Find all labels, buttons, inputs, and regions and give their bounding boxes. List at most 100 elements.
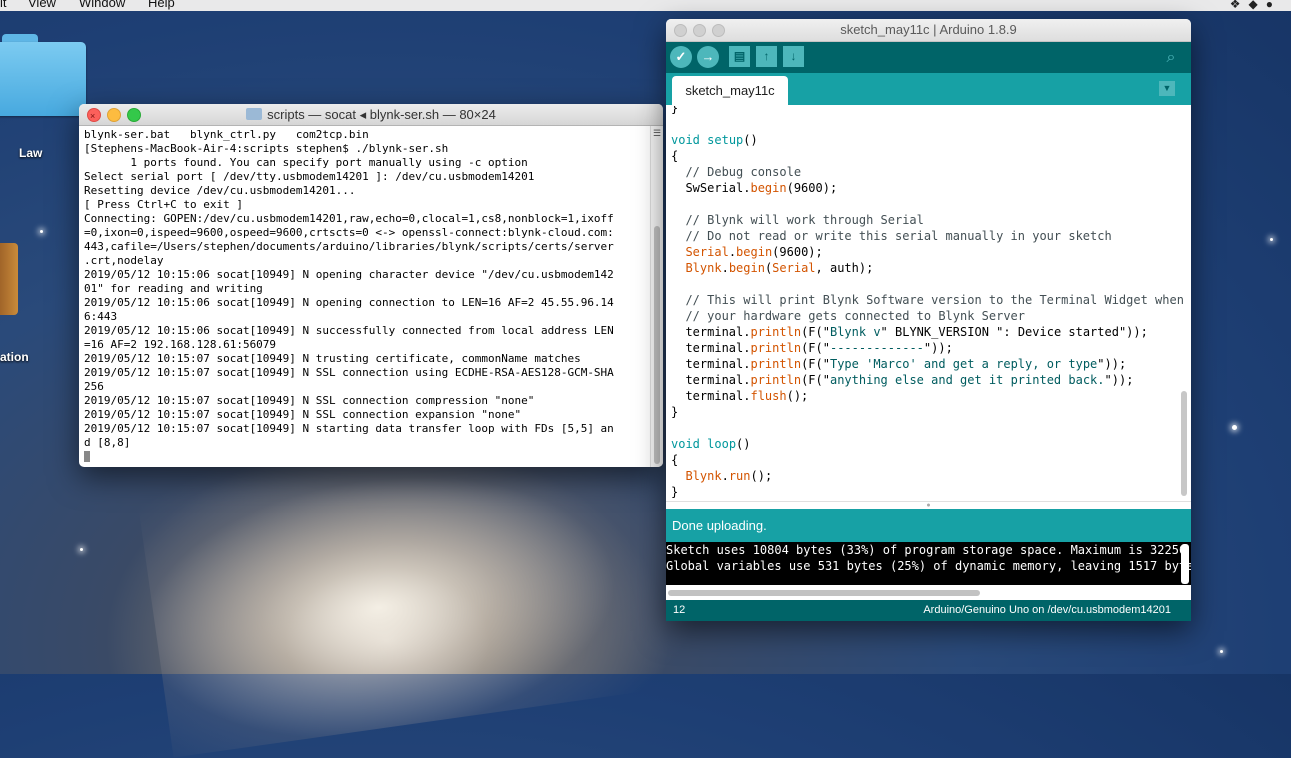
save-button[interactable]: ↓ xyxy=(783,46,804,67)
code-editor[interactable]: } void setup() { // Debug console SwSeri… xyxy=(666,106,1191,501)
terminal-line: .crt,nodelay xyxy=(84,254,164,267)
chevron-down-icon: ▼ xyxy=(1162,83,1172,93)
minimize-button[interactable] xyxy=(693,24,706,37)
code-line: // Blynk will work through Serial xyxy=(671,213,923,227)
new-button[interactable]: ▤ xyxy=(729,46,750,67)
folder-icon[interactable] xyxy=(0,34,86,116)
code-token: " BLYNK_VERSION ": Device started")); xyxy=(880,325,1148,339)
magnifier-icon: ⌕ xyxy=(1166,49,1176,66)
code-token: (); xyxy=(786,389,809,403)
shield-icon[interactable]: ◆ xyxy=(1249,0,1266,11)
terminal-line: 2019/05/12 10:15:06 socat[10949] N openi… xyxy=(84,296,614,309)
code-token: { xyxy=(671,453,679,467)
code-token: // Do not read or write this serial manu… xyxy=(685,229,1112,243)
menu-item-view[interactable]: View xyxy=(28,0,56,10)
code-token: } xyxy=(671,485,679,499)
star xyxy=(1220,650,1223,653)
zoom-button[interactable] xyxy=(712,24,725,37)
code-token: . xyxy=(728,245,737,259)
menu-item-window[interactable]: Window xyxy=(79,0,125,10)
code-token: // Debug console xyxy=(685,165,802,179)
terminal-line: Resetting device /dev/cu.usbmodem14201..… xyxy=(84,184,356,197)
open-icon: ↑ xyxy=(763,49,770,63)
code-token: , auth); xyxy=(815,261,874,275)
terminal-line: [Stephens-MacBook-Air-4:scripts stephen$… xyxy=(84,142,449,155)
code-token: ")); xyxy=(923,341,953,355)
code-token: // This will print Blynk Software versio… xyxy=(685,293,1184,307)
new-file-icon: ▤ xyxy=(733,49,746,63)
editor-scrollbar[interactable] xyxy=(1180,106,1189,501)
code-token: begin xyxy=(750,181,787,195)
close-button[interactable] xyxy=(674,24,687,37)
arduino-window: sketch_may11c | Arduino 1.8.9 ✓ → ▤ ↑ ↓ … xyxy=(666,19,1191,621)
scroll-thumb[interactable] xyxy=(668,590,980,596)
menu-tray: ❖◆● xyxy=(1230,0,1281,11)
terminal-line: 6:443 xyxy=(84,310,118,323)
code-line: // This will print Blynk Software versio… xyxy=(671,293,1184,307)
line-number: 12 xyxy=(673,604,686,616)
code-line: { xyxy=(671,453,678,467)
zoom-button[interactable] xyxy=(127,108,141,122)
code-token: terminal. xyxy=(671,357,751,371)
desktop-label-law[interactable]: Law xyxy=(19,146,42,160)
close-icon: × xyxy=(90,111,96,121)
code-line: } xyxy=(671,485,678,499)
terminal-line: [ Press Ctrl+C to exit ] xyxy=(84,198,243,211)
desktop-label-app[interactable]: ation xyxy=(0,350,29,364)
code-token: { xyxy=(671,149,679,163)
code-token: println xyxy=(750,341,802,355)
footer-bar: 12 Arduino/Genuino Uno on /dev/cu.usbmod… xyxy=(666,600,1191,621)
verify-button[interactable]: ✓ xyxy=(670,46,692,68)
star xyxy=(80,548,83,551)
code-token: (); xyxy=(750,469,773,483)
code-token: Blynk xyxy=(685,261,722,275)
code-line: Blynk.run(); xyxy=(671,469,772,483)
code-line: terminal.println(F("-------------")); xyxy=(671,341,953,355)
code-token: void xyxy=(671,133,700,147)
serial-monitor-button[interactable]: ⌕ xyxy=(1161,48,1181,68)
code-token: terminal. xyxy=(671,325,751,339)
horizontal-scrollbar[interactable] xyxy=(666,585,1191,600)
terminal-line: 2019/05/12 10:15:06 socat[10949] N openi… xyxy=(84,268,614,281)
code-token: // your hardware gets connected to Blynk… xyxy=(685,309,1026,323)
tab-sketch[interactable]: sketch_may11c xyxy=(672,76,788,105)
upload-button[interactable]: → xyxy=(697,46,719,68)
menu-item-help[interactable]: Help xyxy=(148,0,175,10)
app-icon[interactable] xyxy=(0,243,18,315)
code-token: setup xyxy=(707,133,744,147)
tab-menu-button[interactable]: ▼ xyxy=(1159,81,1175,96)
code-token: begin xyxy=(728,261,765,275)
arduino-title: sketch_may11c | Arduino 1.8.9 xyxy=(840,22,1017,37)
menu-bar: it View Window Help ❖◆● xyxy=(0,0,1291,11)
arduino-toolbar: ✓ → ▤ ↑ ↓ ⌕ xyxy=(666,42,1191,73)
terminal-line: 01" for reading and writing xyxy=(84,282,263,295)
location-icon[interactable]: ● xyxy=(1266,0,1281,11)
console-scrollbar[interactable] xyxy=(1181,544,1189,584)
code-token: } xyxy=(671,106,679,115)
code-line: Serial.begin(9600); xyxy=(671,245,823,259)
scroll-thumb[interactable] xyxy=(1181,391,1187,496)
menu-item[interactable]: it xyxy=(0,0,7,10)
code-line: SwSerial.begin(9600); xyxy=(671,181,837,195)
output-console[interactable]: Sketch uses 10804 bytes (33%) of program… xyxy=(666,542,1191,585)
terminal-title: scripts — socat ◂ blynk-ser.sh — 80×24 xyxy=(267,107,496,122)
code-token: println xyxy=(750,357,802,371)
terminal-output[interactable]: blynk-ser.bat blynk_ctrl.py com2tcp.bin … xyxy=(79,126,651,467)
star xyxy=(1270,238,1273,241)
arduino-title-bar[interactable]: sketch_may11c | Arduino 1.8.9 xyxy=(666,19,1191,42)
open-button[interactable]: ↑ xyxy=(756,46,777,67)
dropbox-icon[interactable]: ❖ xyxy=(1230,0,1249,11)
scroll-thumb[interactable] xyxy=(654,226,660,464)
code-token: (9600); xyxy=(772,245,823,259)
star xyxy=(1232,425,1237,430)
minimize-button[interactable] xyxy=(107,108,121,122)
terminal-line: =16 AF=2 192.168.128.61:56079 xyxy=(84,338,277,351)
console-line: Sketch uses 10804 bytes (33%) of program… xyxy=(666,543,1187,557)
terminal-line: d [8,8] xyxy=(84,436,131,449)
code-line: // Debug console xyxy=(671,165,801,179)
terminal-scrollbar[interactable]: ☰ xyxy=(650,126,663,467)
terminal-title-bar[interactable]: × scripts — socat ◂ blynk-ser.sh — 80×24 xyxy=(79,104,663,126)
